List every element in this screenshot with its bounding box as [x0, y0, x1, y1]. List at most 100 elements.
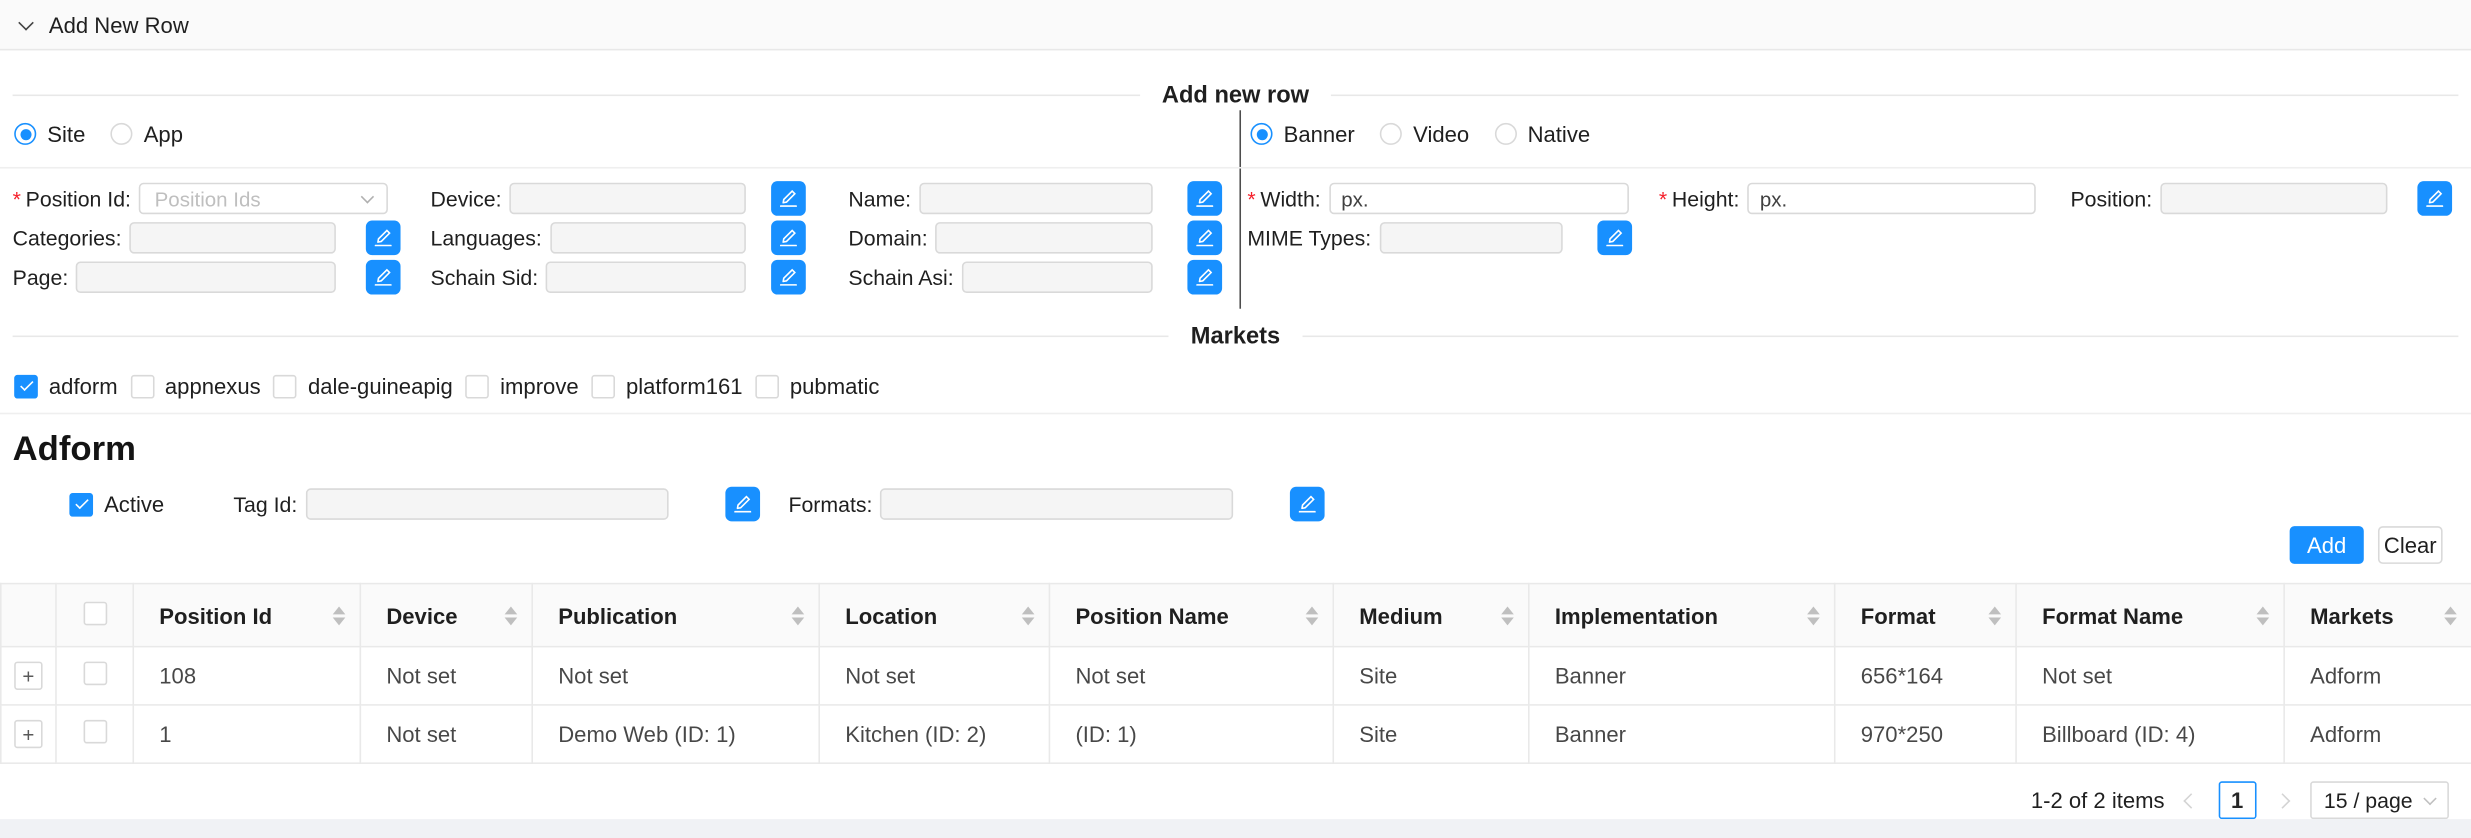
- market-checkbox-improve[interactable]: improve: [465, 373, 578, 398]
- edit-icon: [779, 268, 798, 287]
- name-edit-button[interactable]: [1187, 181, 1222, 216]
- device-input[interactable]: [509, 183, 746, 215]
- select-all-checkbox[interactable]: [83, 601, 107, 625]
- page-input[interactable]: [76, 261, 336, 293]
- sort-icon: [2257, 606, 2270, 625]
- formats-edit-button[interactable]: [1290, 487, 1325, 522]
- mime-types-label: MIME Types:: [1247, 226, 1371, 250]
- market-checkbox-dale-guineapig[interactable]: dale-guineapig: [273, 373, 453, 398]
- languages-edit-button[interactable]: [771, 221, 806, 256]
- edit-icon: [374, 268, 393, 287]
- radio-site[interactable]: Site: [14, 121, 85, 146]
- mime-types-edit-button[interactable]: [1597, 221, 1632, 256]
- tag-id-edit-button[interactable]: [725, 487, 760, 522]
- cell-format: 970*250: [1835, 705, 2016, 763]
- schain-sid-edit-button[interactable]: [771, 260, 806, 295]
- cell-device: Not set: [360, 647, 532, 705]
- categories-edit-button[interactable]: [366, 221, 401, 256]
- radio-video[interactable]: Video: [1380, 121, 1469, 146]
- column-header-format-name[interactable]: Format Name: [2016, 584, 2284, 647]
- name-input[interactable]: [919, 183, 1153, 215]
- position-id-select[interactable]: Position Ids: [139, 183, 388, 215]
- clear-button[interactable]: Clear: [2378, 526, 2443, 564]
- field-schain-asi: Schain Asi:: [848, 261, 1152, 293]
- page-size-value: 15 / page: [2324, 788, 2413, 812]
- formats-input[interactable]: [880, 488, 1233, 520]
- page-edit-button[interactable]: [366, 260, 401, 295]
- position-edit-button[interactable]: [2417, 181, 2452, 216]
- categories-input[interactable]: [129, 222, 335, 254]
- column-header-location[interactable]: Location: [819, 584, 1049, 647]
- collapse-title: Add New Row: [49, 12, 189, 37]
- expand-cell: +: [1, 705, 56, 763]
- market-checkbox-adform[interactable]: adform: [14, 373, 117, 398]
- radio-icon: [111, 123, 133, 145]
- field-width: *Width:: [1247, 183, 1629, 215]
- column-header-publication[interactable]: Publication: [532, 584, 819, 647]
- cell-position-name: (ID: 1): [1049, 705, 1333, 763]
- markets-section-divider: [0, 413, 2471, 415]
- sort-icon: [1807, 606, 1820, 625]
- medium-radio-group: Banner Video Native: [1250, 121, 1615, 146]
- radio-app[interactable]: App: [111, 121, 183, 146]
- mime-types-input[interactable]: [1379, 222, 1563, 254]
- cell-position-id: 108: [133, 647, 360, 705]
- cell-format-name: Billboard (ID: 4): [2016, 705, 2284, 763]
- field-height: *Height:: [1659, 183, 2036, 215]
- page-size-select[interactable]: 15 / page: [2310, 781, 2449, 819]
- column-header-medium[interactable]: Medium: [1333, 584, 1529, 647]
- languages-input[interactable]: [550, 222, 746, 254]
- cell-location: Not set: [819, 647, 1049, 705]
- adform-active-label: Active: [104, 491, 164, 516]
- column-header-device[interactable]: Device: [360, 584, 532, 647]
- domain-label: Domain:: [848, 226, 927, 250]
- tag-id-label: Tag Id:: [233, 492, 297, 516]
- table-header-row: Position Id Device Publication Location …: [1, 584, 2471, 647]
- radio-native[interactable]: Native: [1494, 121, 1590, 146]
- market-improve-label: improve: [500, 373, 579, 398]
- page-number-button[interactable]: 1: [2218, 781, 2256, 819]
- edit-icon: [1195, 268, 1214, 287]
- collapse-header-add-new-row[interactable]: Add New Row: [0, 0, 2471, 50]
- position-input[interactable]: [2160, 183, 2387, 215]
- expand-row-button[interactable]: +: [14, 662, 42, 690]
- column-header-position-name[interactable]: Position Name: [1049, 584, 1333, 647]
- market-checkbox-platform161[interactable]: platform161: [591, 373, 742, 398]
- column-header-markets[interactable]: Markets: [2284, 584, 2471, 647]
- prev-page-button[interactable]: [2179, 795, 2204, 806]
- row-checkbox[interactable]: [83, 662, 107, 686]
- column-header-position-id[interactable]: Position Id: [133, 584, 360, 647]
- tag-id-input[interactable]: [305, 488, 668, 520]
- table-row: + 108 Not set Not set Not set Not set Si…: [1, 647, 2471, 705]
- market-checkbox-appnexus[interactable]: appnexus: [130, 373, 260, 398]
- height-input[interactable]: [1747, 183, 2035, 215]
- divider-title-markets: Markets: [1169, 322, 1303, 349]
- field-tag-id: Tag Id:: [233, 488, 668, 520]
- domain-edit-button[interactable]: [1187, 221, 1222, 256]
- inventory-type-radio-group: Site App: [14, 121, 208, 146]
- edit-icon: [1195, 228, 1214, 247]
- radio-banner[interactable]: Banner: [1250, 121, 1354, 146]
- column-header-format[interactable]: Format: [1835, 584, 2016, 647]
- market-checkbox-pubmatic[interactable]: pubmatic: [755, 373, 879, 398]
- add-button[interactable]: Add: [2290, 526, 2364, 564]
- expand-row-button[interactable]: +: [14, 720, 42, 748]
- row-checkbox[interactable]: [83, 720, 107, 744]
- schain-sid-label: Schain Sid:: [430, 265, 538, 289]
- next-page-button[interactable]: [2270, 795, 2295, 806]
- chevron-left-icon: [2184, 792, 2200, 808]
- adform-heading: Adform: [13, 428, 136, 469]
- market-pubmatic-label: pubmatic: [790, 373, 880, 398]
- cell-markets: Adform: [2284, 705, 2471, 763]
- width-input[interactable]: [1329, 183, 1629, 215]
- domain-input[interactable]: [936, 222, 1153, 254]
- device-edit-button[interactable]: [771, 181, 806, 216]
- positions-table: Position Id Device Publication Location …: [0, 583, 2471, 764]
- schain-asi-edit-button[interactable]: [1187, 260, 1222, 295]
- schain-sid-input[interactable]: [546, 261, 746, 293]
- column-header-implementation[interactable]: Implementation: [1529, 584, 1835, 647]
- field-name: Name:: [848, 183, 1152, 215]
- sort-icon: [1501, 606, 1514, 625]
- schain-asi-input[interactable]: [962, 261, 1153, 293]
- adform-active-checkbox[interactable]: Active: [69, 491, 164, 516]
